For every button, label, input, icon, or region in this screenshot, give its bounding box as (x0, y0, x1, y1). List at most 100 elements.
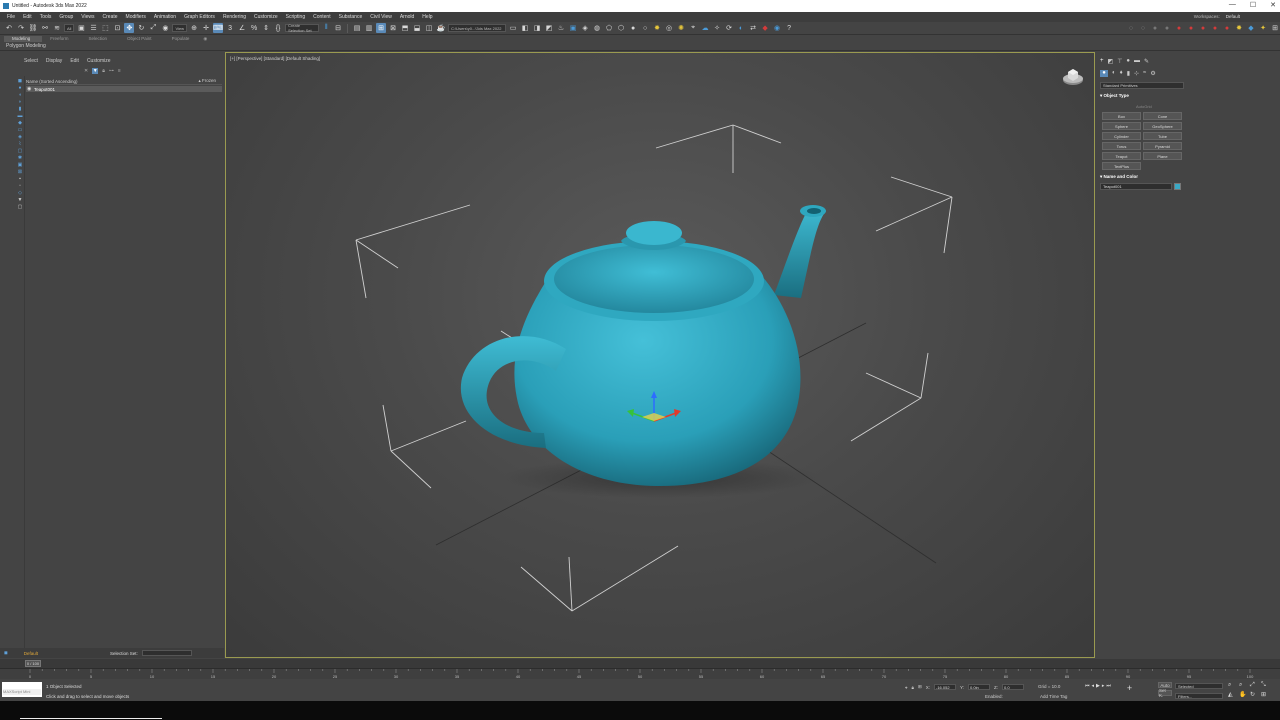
scene-converter-icon[interactable]: ⇄ (748, 23, 758, 33)
ext-tool-1-icon[interactable]: ○ (1126, 23, 1136, 33)
prev-frame-icon[interactable]: ◂ (1092, 683, 1095, 693)
time-slider[interactable]: 0 / 100 (0, 659, 1280, 668)
hidden-filter-icon[interactable]: ▣ (17, 162, 23, 168)
go-to-end-icon[interactable]: ⏭ (1106, 683, 1111, 693)
hierarchy-icon[interactable]: ⊶ (109, 68, 114, 74)
fov-icon[interactable]: ◭ (1228, 691, 1239, 698)
utilities-tab-icon[interactable]: ✎ (1144, 58, 1149, 65)
close-button[interactable]: ✕ (1270, 1, 1276, 9)
cameras-icon[interactable]: ▮ (1127, 70, 1130, 77)
link-icon[interactable]: ⛓ (28, 23, 38, 33)
zoom-icon[interactable]: ⌕ (1228, 682, 1239, 689)
visibility-icon[interactable]: ◉ (27, 86, 31, 92)
key-filters-button[interactable]: Filters... (1175, 693, 1223, 699)
arnold-render-c-icon[interactable]: ● (1198, 23, 1208, 33)
spacewarps-filter-icon[interactable]: ◆ (17, 120, 23, 126)
spacewarp-icon[interactable]: ⟳ (724, 23, 734, 33)
track-bar[interactable]: 0 5 10 15 20 25 30 35 40 45 50 55 60 65 70 75 80 85 90 95 10… (0, 668, 1280, 679)
lid-knob[interactable] (626, 221, 682, 245)
blue-tool-icon[interactable]: ◆ (1246, 23, 1256, 33)
layer-icon[interactable]: ≡ (118, 68, 121, 74)
help-icon[interactable]: ? (784, 23, 794, 33)
edit-named-selection-icon[interactable]: {} (273, 23, 283, 33)
add-time-tag[interactable]: Add Time Tag (1040, 694, 1067, 699)
menu-civil-view[interactable]: Civil View (366, 14, 396, 20)
ribbon-tab-populate[interactable]: Populate (164, 36, 202, 42)
motion-tab-icon[interactable]: ● (1126, 58, 1130, 65)
textplus-button[interactable]: TextPlus (1102, 162, 1141, 170)
name-color-rollout-header[interactable]: ▾ Name and Color (1100, 174, 1184, 180)
lights-icon[interactable]: ♦ (1120, 70, 1123, 77)
explorer-menu-display[interactable]: Display (42, 58, 66, 64)
render-setup-icon[interactable]: ⬓ (412, 23, 422, 33)
ribbon-tab-modeling[interactable]: Modeling (4, 36, 43, 42)
curve-editor-icon[interactable]: ⊞ (376, 23, 387, 33)
time-slider-thumb[interactable]: 0 / 100 (25, 660, 41, 667)
selection-filter-dropdown[interactable]: All (64, 24, 75, 32)
object-color-swatch[interactable] (1174, 183, 1181, 190)
lights-filter-icon[interactable]: ◗ (17, 99, 23, 105)
sphere-create-icon[interactable]: ● (628, 23, 638, 33)
explorer-menu-edit[interactable]: Edit (66, 58, 83, 64)
cone-button[interactable]: Cone (1143, 112, 1182, 120)
shapes-icon[interactable]: ◐ (1112, 70, 1116, 77)
go-to-start-icon[interactable]: ⏮ (1085, 683, 1090, 693)
viewport-label[interactable]: [+] [Perspective] [Standard] [Default Sh… (230, 56, 320, 61)
select-and-rotate-icon[interactable]: ↻ (136, 23, 146, 33)
ext-tool-2-icon[interactable]: ○ (1138, 23, 1148, 33)
menu-substance[interactable]: Substance (335, 14, 367, 20)
adaptive-degradation-toggle[interactable]: Enabled: (985, 694, 1003, 699)
teapot-render-icon[interactable]: ♨ (556, 23, 566, 33)
frozen-column-header[interactable]: ▴ Frozen (198, 78, 216, 84)
close-icon[interactable]: ✕ (84, 68, 88, 74)
arnold-render-b-icon[interactable]: ● (1186, 23, 1196, 33)
explorer-column-header[interactable]: Name (Sorted Ascending) ▴ Frozen (26, 78, 222, 85)
undo-icon[interactable]: ↶ (4, 23, 14, 33)
menu-content[interactable]: Content (309, 14, 335, 20)
modify-tab-icon[interactable]: ◩ (1108, 58, 1114, 65)
window-crossing-icon[interactable]: ⊡ (112, 23, 122, 33)
select-and-place-icon[interactable]: ◉ (160, 23, 170, 33)
name-column-header[interactable]: Name (Sorted Ascending) (26, 79, 78, 84)
teapot-button[interactable]: Teapot (1102, 152, 1141, 160)
active-shade-icon[interactable]: ◩ (544, 23, 554, 33)
menu-modifiers[interactable]: Modifiers (122, 14, 150, 20)
manipulate-icon[interactable]: ✛ (201, 23, 211, 33)
create-tab-icon[interactable]: + (1100, 58, 1104, 65)
primitive-type-dropdown[interactable]: Standard Primitives (1100, 82, 1184, 89)
render-view-icon[interactable]: ◨ (532, 23, 542, 33)
all-filter-icon[interactable]: ⊠ (17, 169, 23, 175)
y-coord-field[interactable]: 0.0in (968, 684, 991, 690)
object-type-rollout-header[interactable]: ▾ Object Type (1100, 93, 1184, 99)
reference-coord-dropdown[interactable]: View (172, 24, 188, 32)
x-coord-field[interactable]: -16.052 (934, 684, 956, 690)
menu-scripting[interactable]: Scripting (282, 14, 309, 20)
play-icon[interactable]: ▶ (1096, 683, 1100, 693)
explorer-object-name[interactable]: Teapot001 (34, 87, 55, 92)
isolate-icon[interactable]: ⌖ (905, 685, 908, 690)
arnold-render-a-icon[interactable]: ● (1174, 23, 1184, 33)
zoom-all-icon[interactable]: ⌕ (1239, 682, 1250, 689)
filter-icon[interactable]: ▼ (92, 68, 99, 74)
next-frame-icon[interactable]: ▸ (1102, 683, 1105, 693)
align-icon[interactable]: ⊟ (333, 23, 343, 33)
spot-light-icon[interactable]: ◎ (664, 23, 674, 33)
project-path-dropdown[interactable]: C:\Users\y0...\3ds Max 2022 (448, 24, 507, 32)
display-tab-icon[interactable]: ▬ (1134, 58, 1140, 65)
geometry-filter-icon[interactable]: ● (17, 85, 23, 91)
menu-customize[interactable]: Customize (250, 14, 282, 20)
zoom-extents-icon[interactable]: ⤢ (1250, 682, 1261, 689)
arnold-render-icon[interactable]: ◧ (520, 23, 530, 33)
spacewarps-icon[interactable]: ≈ (1143, 70, 1146, 77)
minimize-button[interactable]: — (1229, 1, 1236, 9)
menu-group[interactable]: Group (55, 14, 77, 20)
menu-views[interactable]: Views (77, 14, 98, 20)
keyboard-shortcut-icon[interactable]: ⌨ (213, 23, 223, 33)
helpers-filter-icon[interactable]: ▬ (17, 113, 23, 119)
cameras-filter-icon[interactable]: ▮ (17, 106, 23, 112)
object-name-field[interactable]: Teapot001 (1100, 183, 1172, 190)
menu-edit[interactable]: Edit (19, 14, 36, 20)
torus-button[interactable]: Torus (1102, 142, 1141, 150)
menu-tools[interactable]: Tools (36, 14, 56, 20)
select-and-scale-icon[interactable]: ⤢ (148, 23, 158, 33)
